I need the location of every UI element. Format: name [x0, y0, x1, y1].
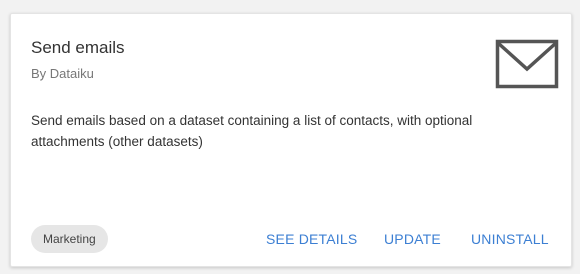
uninstall-button[interactable]: UNINSTALL — [471, 231, 549, 247]
plugin-author: By Dataiku — [31, 66, 94, 81]
see-details-button[interactable]: SEE DETAILS — [266, 231, 357, 247]
plugin-card: Send emails By Dataiku Send emails based… — [10, 13, 572, 267]
update-button[interactable]: UPDATE — [384, 231, 441, 247]
tag-badge[interactable]: Marketing — [31, 225, 108, 253]
envelope-icon — [495, 39, 559, 89]
plugin-title: Send emails — [31, 38, 125, 57]
plugin-description: Send emails based on a dataset containin… — [31, 113, 473, 149]
